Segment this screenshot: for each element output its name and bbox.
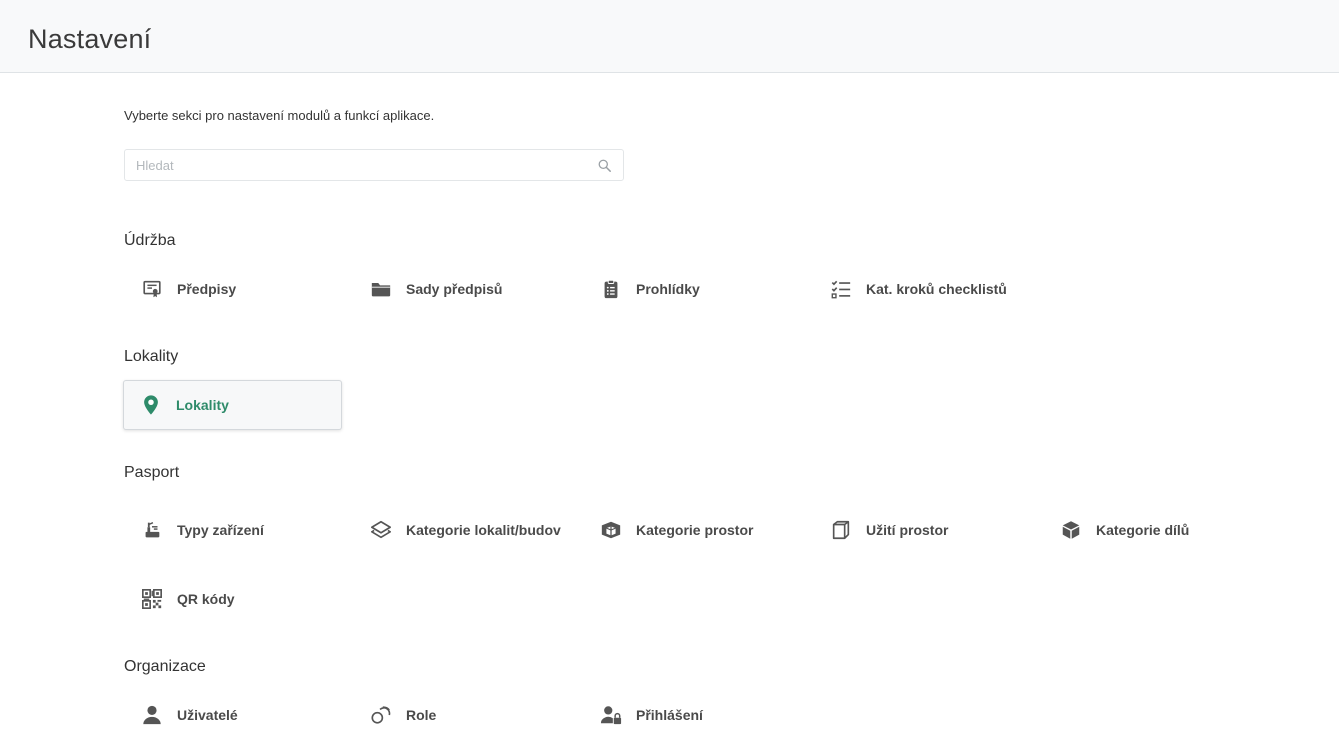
settings-item-label: Prohlídky [636,281,700,297]
settings-item-role[interactable]: Role [353,690,572,738]
section-title-lokality: Lokality [124,348,179,365]
folder-icon [370,278,392,300]
cube-icon [1060,519,1082,541]
settings-item-uziti-prostor[interactable]: Užití prostor [813,505,1032,555]
layers-icon [370,519,392,541]
section-title-pasport: Pasport [124,464,180,481]
settings-item-qr-kody[interactable]: QR kódy [124,574,343,624]
map-marker-icon [140,394,162,416]
certificate-icon [141,278,163,300]
settings-item-lokality[interactable]: Lokality [123,380,342,430]
search-box [124,149,624,181]
page-header: Nastavení [0,0,1339,73]
settings-item-label: Typy zařízení [177,522,264,538]
settings-item-label: Kat. kroků checklistů [866,281,1007,297]
section-title-udrzba: Údržba [124,232,176,249]
checklist-icon [830,278,852,300]
settings-item-prihlaseni[interactable]: Přihlášení [583,690,802,738]
settings-item-label: Kategorie dílů [1096,522,1190,538]
settings-item-kategorie-dilu[interactable]: Kategorie dílů [1043,505,1262,555]
settings-item-uzivatele[interactable]: Uživatelé [124,690,343,738]
settings-item-label: QR kódy [177,591,235,607]
settings-item-predpisy[interactable]: Předpisy [124,264,343,314]
settings-item-kategorie-prostor[interactable]: Kategorie prostor [583,505,802,555]
qr-code-icon [141,588,163,610]
settings-item-typy-zarizeni[interactable]: Typy zařízení [124,505,343,555]
settings-item-label: Přihlášení [636,707,703,723]
settings-item-label: Uživatelé [177,707,238,723]
settings-item-label: Lokality [176,397,229,413]
settings-item-label: Předpisy [177,281,237,297]
space-category-icon [600,519,622,541]
search-icon[interactable] [598,159,611,172]
settings-item-kategorie-lokalit-budov[interactable]: Kategorie lokalit/budov [353,505,572,555]
settings-item-sady-predpisu[interactable]: Sady předpisů [353,264,572,314]
settings-item-label: Sady předpisů [406,281,503,297]
settings-item-label: Užití prostor [866,522,949,538]
section-title-organizace: Organizace [124,658,206,675]
clipboard-list-icon [600,278,622,300]
role-icon [370,704,392,726]
settings-item-prohlidky[interactable]: Prohlídky [583,264,802,314]
settings-item-label: Role [406,707,437,723]
device-type-icon [141,519,163,541]
settings-item-label: Kategorie prostor [636,522,754,538]
user-lock-icon [600,704,622,726]
settings-item-label: Kategorie lokalit/budov [406,522,561,538]
settings-item-kat-kroku-checklistu[interactable]: Kat. kroků checklistů [813,264,1032,314]
page-title: Nastavení [28,24,152,54]
user-icon [141,704,163,726]
search-input[interactable] [125,150,595,180]
intro-text: Vyberte sekci pro nastavení modulů a fun… [124,108,435,123]
space-usage-icon [830,519,852,541]
